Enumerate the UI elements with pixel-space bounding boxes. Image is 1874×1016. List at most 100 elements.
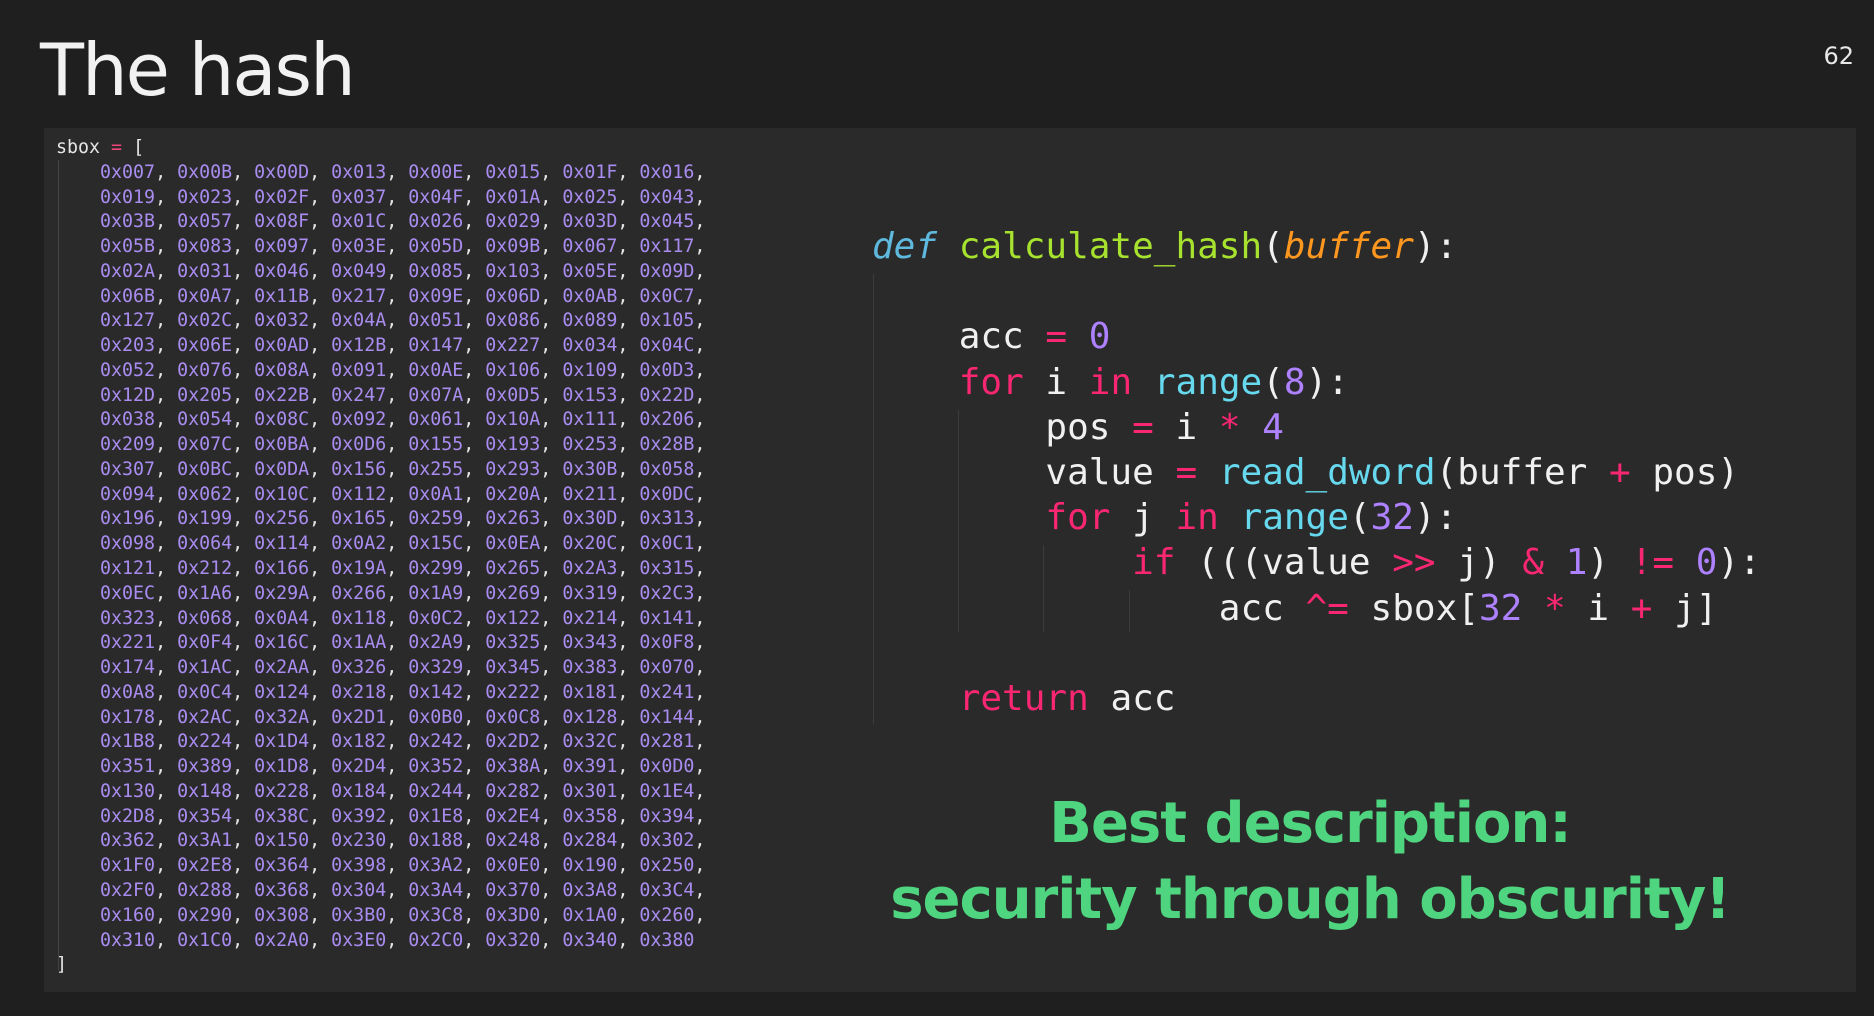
sbox-value: 0x062 (177, 483, 233, 505)
indent-guide-for-j (1043, 545, 1044, 632)
sbox-value: 0x034 (562, 335, 618, 357)
sbox-row: 0x0A8, 0x0C4, 0x124, 0x218, 0x142, 0x222… (100, 681, 706, 703)
sbox-rows: 0x007, 0x00B, 0x00D, 0x013, 0x00E, 0x015… (56, 162, 705, 951)
sbox-value: 0x0EA (485, 533, 541, 555)
sbox-value: 0x12B (331, 335, 387, 357)
sbox-value: 0x04F (408, 186, 464, 208)
sbox-row: 0x02A, 0x031, 0x046, 0x049, 0x085, 0x103… (100, 260, 706, 282)
sbox-header: sbox = [ (56, 137, 144, 158)
sbox-value: 0x0AE (408, 359, 464, 381)
sbox-value: 0x2AC (177, 706, 233, 728)
sbox-value: 0x222 (485, 681, 541, 703)
sbox-row: 0x12D, 0x205, 0x22B, 0x247, 0x07A, 0x0D5… (100, 384, 706, 406)
sbox-value: 0x265 (485, 558, 541, 580)
sbox-value: 0x345 (485, 657, 541, 679)
sbox-value: 0x1AA (331, 632, 387, 654)
sbox-value: 0x031 (177, 260, 233, 282)
sbox-value: 0x06B (100, 285, 156, 307)
sbox-value: 0x015 (485, 161, 541, 183)
sbox-value: 0x117 (639, 236, 695, 258)
sbox-value: 0x308 (254, 904, 310, 926)
sbox-row: 0x098, 0x064, 0x114, 0x0A2, 0x15C, 0x0EA… (100, 533, 706, 555)
sbox-value: 0x037 (331, 186, 387, 208)
code-line-acc-init: acc = 0 (958, 316, 1111, 358)
sbox-row: 0x038, 0x054, 0x08C, 0x092, 0x061, 0x10A… (100, 409, 706, 431)
sbox-value: 0x155 (408, 434, 464, 456)
sbox-value: 0x1D4 (254, 731, 310, 753)
sbox-value: 0x03E (331, 236, 387, 258)
sbox-value: 0x166 (254, 558, 310, 580)
sbox-value: 0x221 (100, 632, 156, 654)
sbox-value: 0x046 (254, 260, 310, 282)
sbox-name: sbox (56, 137, 101, 158)
sbox-value: 0x326 (331, 657, 387, 679)
sbox-value: 0x182 (331, 731, 387, 753)
sbox-value: 0x165 (331, 508, 387, 530)
sbox-value: 0x0D6 (331, 434, 387, 456)
sbox-value: 0x284 (562, 830, 618, 852)
sbox-row: 0x196, 0x199, 0x256, 0x165, 0x259, 0x263… (100, 508, 706, 530)
sbox-value: 0x01F (562, 161, 618, 183)
sbox-row: 0x019, 0x023, 0x02F, 0x037, 0x04F, 0x01A… (100, 186, 706, 208)
sbox-value: 0x325 (485, 632, 541, 654)
sbox-value: 0x3A2 (408, 855, 464, 877)
sbox-value: 0x211 (562, 483, 618, 505)
sbox-value: 0x2A3 (562, 558, 618, 580)
code-line-xor: acc ^= sbox[32 * i + j] (1218, 587, 1718, 629)
sbox-value: 0x2D1 (331, 706, 387, 728)
sbox-value: 0x1A9 (408, 582, 464, 604)
sbox-value: 0x103 (485, 260, 541, 282)
sbox-value: 0x20A (485, 483, 541, 505)
sbox-value: 0x122 (485, 607, 541, 629)
page-number: 62 (1823, 42, 1854, 70)
sbox-value: 0x127 (100, 310, 156, 332)
sbox-row: 0x094, 0x062, 0x10C, 0x112, 0x0A1, 0x20A… (100, 483, 706, 505)
sbox-value: 0x2D2 (485, 731, 541, 753)
sbox-value: 0x282 (485, 780, 541, 802)
sbox-value: 0x38A (485, 756, 541, 778)
sbox-value: 0x1A6 (177, 582, 233, 604)
sbox-value: 0x320 (485, 929, 541, 951)
sbox-value: 0x106 (485, 359, 541, 381)
sbox-value: 0x358 (562, 805, 618, 827)
sbox-value: 0x329 (408, 657, 464, 679)
sbox-value: 0x032 (254, 310, 310, 332)
sbox-value: 0x086 (485, 310, 541, 332)
sbox-value: 0x30D (562, 508, 618, 530)
sbox-value: 0x28B (639, 434, 695, 456)
sbox-value: 0x2C3 (639, 582, 695, 604)
sbox-value: 0x196 (100, 508, 156, 530)
sbox-value: 0x16C (254, 632, 310, 654)
sbox-row: 0x307, 0x0BC, 0x0DA, 0x156, 0x255, 0x293… (100, 458, 706, 480)
sbox-value: 0x114 (254, 533, 310, 555)
sbox-value: 0x052 (100, 359, 156, 381)
sbox-value: 0x199 (177, 508, 233, 530)
sbox-value: 0x22B (254, 384, 310, 406)
sbox-value: 0x1E8 (408, 805, 464, 827)
sbox-value: 0x09E (408, 285, 464, 307)
function-param: buffer (1283, 226, 1414, 267)
sbox-value: 0x083 (177, 236, 233, 258)
sbox-value: 0x227 (485, 335, 541, 357)
sbox-value: 0x20C (562, 533, 618, 555)
sbox-value: 0x054 (177, 409, 233, 431)
sbox-value: 0x383 (562, 657, 618, 679)
sbox-value: 0x08C (254, 409, 310, 431)
sbox-row: 0x1B8, 0x224, 0x1D4, 0x182, 0x242, 0x2D2… (100, 731, 706, 753)
sbox-value: 0x313 (639, 508, 695, 530)
sbox-value: 0x0D0 (639, 756, 695, 778)
sbox-value: 0x3C8 (408, 904, 464, 926)
sbox-value: 0x128 (562, 706, 618, 728)
sbox-value: 0x049 (331, 260, 387, 282)
sbox-value: 0x293 (485, 458, 541, 480)
sbox-value: 0x0D3 (639, 359, 695, 381)
sbox-value: 0x0D5 (485, 384, 541, 406)
sbox-value: 0x19A (331, 558, 387, 580)
sbox-value: 0x1A0 (562, 904, 618, 926)
hash-function-code: def calculate_hash(buffer): acc = 0 for … (872, 224, 1761, 721)
sbox-row: 0x203, 0x06E, 0x0AD, 0x12B, 0x147, 0x227… (100, 335, 706, 357)
sbox-value: 0x153 (562, 384, 618, 406)
sbox-value: 0x029 (485, 211, 541, 233)
sbox-value: 0x32C (562, 731, 618, 753)
code-line-value: value = read_dword(buffer + pos) (1045, 452, 1740, 494)
